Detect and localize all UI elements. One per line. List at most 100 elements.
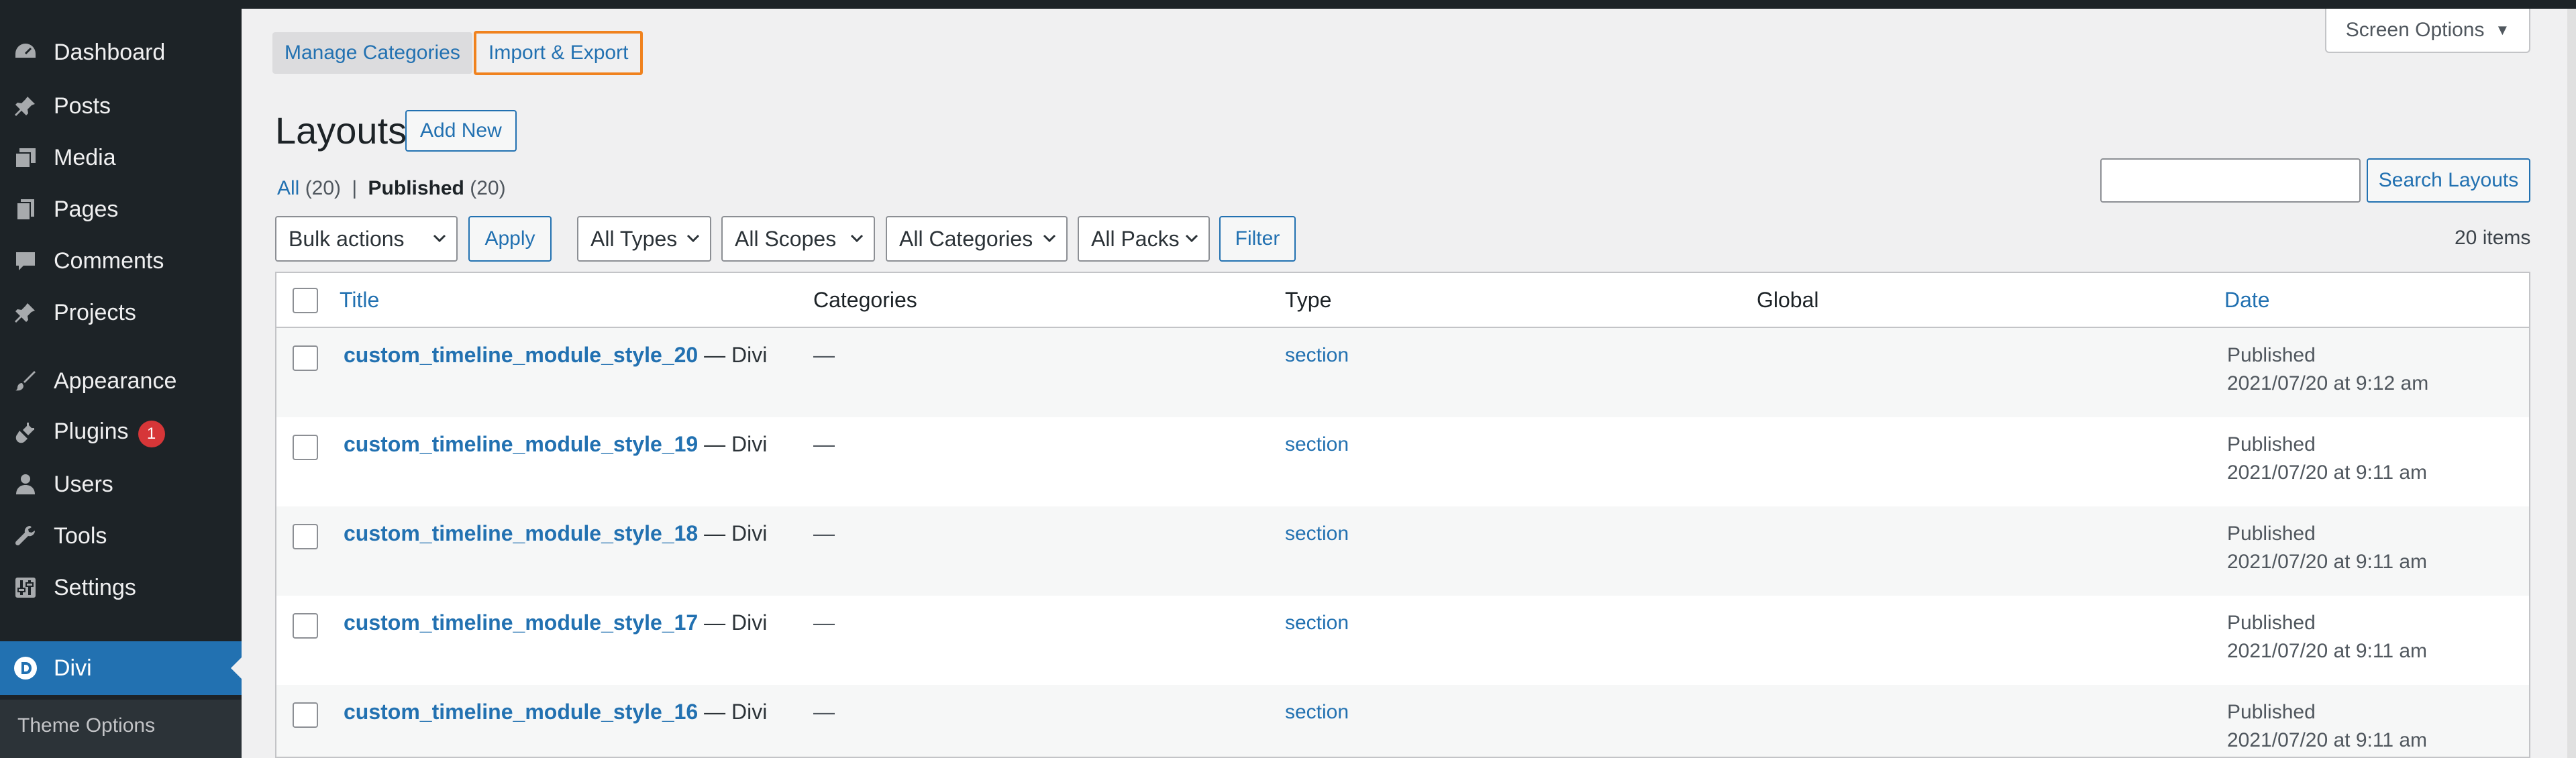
divi-submenu: Theme Options [0, 700, 242, 758]
row-title: custom_timeline_module_style_18 — Divi [344, 521, 767, 546]
screen-options-label: Screen Options [2345, 19, 2485, 41]
layout-title-link[interactable]: custom_timeline_module_style_19 [344, 432, 698, 456]
filter-all-count: (20) [305, 177, 342, 199]
chevron-down-icon [850, 234, 864, 243]
row-categories: — [813, 521, 835, 545]
title-suffix: — Divi [698, 521, 768, 545]
import-export-button[interactable]: Import & Export [474, 31, 643, 75]
page-scrollbar[interactable] [2567, 9, 2576, 758]
filter-published-link[interactable]: Published [368, 177, 464, 199]
comment-icon [13, 250, 38, 272]
layout-title-link[interactable]: custom_timeline_module_style_17 [344, 610, 698, 635]
table-row: custom_timeline_module_style_19 — Divi —… [276, 417, 2529, 506]
sidebar-item-label: Settings [54, 574, 136, 600]
settings-icon [13, 576, 38, 599]
categories-select[interactable]: All Categories [886, 216, 1068, 262]
row-title: custom_timeline_module_style_20 — Divi [344, 343, 767, 368]
column-global-header: Global [1757, 288, 1819, 312]
title-suffix: — Divi [698, 610, 768, 635]
sidebar-item-appearance[interactable]: Appearance [0, 361, 242, 401]
row-type-link[interactable]: section [1285, 344, 1349, 367]
row-categories: — [813, 700, 835, 724]
media-icon [13, 146, 38, 169]
filter-button[interactable]: Filter [1219, 216, 1296, 262]
admin-sidebar: Dashboard Posts Media Pages Comments Pro… [0, 9, 242, 758]
sidebar-item-dashboard[interactable]: Dashboard [0, 32, 242, 72]
plug-icon [13, 421, 38, 444]
wrench-icon [13, 525, 38, 547]
row-status: Published [2227, 612, 2316, 634]
items-count: 20 items [2455, 227, 2531, 249]
row-status: Published [2227, 523, 2316, 545]
row-checkbox[interactable] [293, 524, 318, 549]
row-checkbox[interactable] [293, 435, 318, 460]
apply-button[interactable]: Apply [468, 216, 552, 262]
title-suffix: — Divi [698, 343, 768, 367]
sidebar-item-settings[interactable]: Settings [0, 567, 242, 608]
column-date-header[interactable]: Date [2224, 288, 2270, 313]
row-status: Published [2227, 433, 2316, 455]
packs-select[interactable]: All Packs [1078, 216, 1210, 262]
search-layouts-button[interactable]: Search Layouts [2367, 158, 2530, 203]
page-title: Layouts [275, 109, 407, 152]
pages-icon [13, 198, 38, 221]
sidebar-item-posts[interactable]: Posts [0, 86, 242, 126]
row-type-link[interactable]: section [1285, 523, 1349, 545]
add-new-button[interactable]: Add New [405, 110, 517, 152]
column-categories-header: Categories [813, 288, 917, 312]
categories-value: All Categories [899, 226, 1033, 251]
title-suffix: — Divi [698, 700, 768, 724]
row-checkbox[interactable] [293, 345, 318, 371]
sidebar-item-label: Media [54, 144, 116, 170]
submenu-item-theme-options[interactable]: Theme Options [17, 714, 155, 737]
row-type-link[interactable]: section [1285, 701, 1349, 724]
row-checkbox[interactable] [293, 702, 318, 728]
screen-options-button[interactable]: Screen Options ▼ [2325, 9, 2530, 53]
sidebar-item-label: Projects [54, 299, 136, 325]
layout-title-link[interactable]: custom_timeline_module_style_18 [344, 521, 698, 545]
sidebar-item-comments[interactable]: Comments [0, 241, 242, 281]
scopes-value: All Scopes [735, 226, 837, 251]
sidebar-item-text: Plugins [54, 418, 129, 444]
row-categories: — [813, 610, 835, 635]
filter-all-link[interactable]: All [277, 177, 299, 199]
dashboard-icon [13, 41, 38, 64]
types-select[interactable]: All Types [577, 216, 711, 262]
sidebar-item-label: Comments [54, 248, 164, 274]
row-checkbox[interactable] [293, 613, 318, 639]
column-title-header[interactable]: Title [340, 288, 379, 313]
title-suffix: — Divi [698, 432, 768, 456]
row-status: Published [2227, 701, 2316, 723]
types-value: All Types [590, 226, 678, 251]
row-type-link[interactable]: section [1285, 433, 1349, 456]
divi-icon [13, 657, 38, 680]
scopes-select[interactable]: All Scopes [721, 216, 875, 262]
chevron-down-icon [1185, 234, 1198, 243]
manage-categories-button[interactable]: Manage Categories [272, 32, 472, 74]
row-date: 2021/07/20 at 9:11 am [2227, 640, 2428, 662]
row-categories: — [813, 343, 835, 367]
status-filters: All (20) | Published (20) [277, 177, 506, 200]
bulk-actions-select[interactable]: Bulk actions [275, 216, 458, 262]
table-row: custom_timeline_module_style_18 — Divi —… [276, 506, 2529, 596]
row-status: Published [2227, 344, 2316, 366]
chevron-down-icon [1043, 234, 1056, 243]
search-input[interactable] [2100, 158, 2361, 203]
update-count-badge: 1 [138, 420, 165, 447]
sidebar-item-tools[interactable]: Tools [0, 516, 242, 556]
layout-title-link[interactable]: custom_timeline_module_style_20 [344, 343, 698, 367]
row-type-link[interactable]: section [1285, 612, 1349, 635]
sidebar-item-label: Plugins 1 [54, 419, 165, 447]
sidebar-item-divi[interactable]: Divi [0, 641, 242, 695]
sidebar-item-pages[interactable]: Pages [0, 189, 242, 229]
filter-published-count: (20) [470, 177, 506, 199]
sidebar-item-projects[interactable]: Projects [0, 292, 242, 333]
sidebar-item-plugins[interactable]: Plugins 1 [0, 413, 242, 453]
layouts-table: Title Categories Type Global Date custom… [275, 272, 2530, 758]
layout-title-link[interactable]: custom_timeline_module_style_16 [344, 700, 698, 724]
sidebar-item-users[interactable]: Users [0, 464, 242, 504]
sidebar-item-label: Posts [54, 93, 111, 119]
chevron-down-icon [686, 234, 700, 243]
select-all-checkbox[interactable] [293, 288, 318, 313]
sidebar-item-media[interactable]: Media [0, 138, 242, 178]
